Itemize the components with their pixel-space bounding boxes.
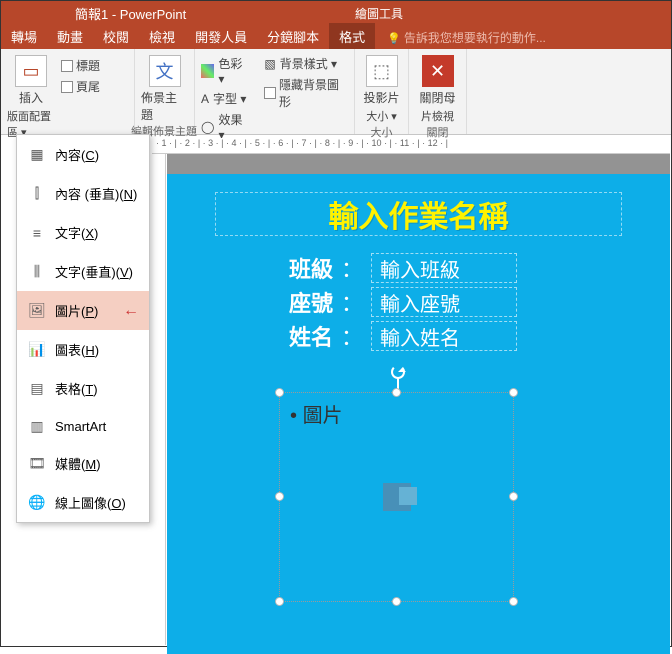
tab-format[interactable]: 格式: [329, 23, 375, 49]
placeholder-icon: ▭: [15, 55, 47, 87]
content-icon: ▦: [27, 147, 47, 163]
chart-icon: 📊: [27, 342, 47, 358]
title-bar: 簡報1 - PowerPoint 繪圖工具: [1, 1, 671, 25]
rotate-handle-icon[interactable]: [391, 365, 405, 379]
resize-handle-tr[interactable]: [509, 388, 518, 397]
table-icon: ▤: [27, 381, 47, 397]
class-placeholder[interactable]: 輸入班級: [371, 253, 517, 283]
menu-item-picture[interactable]: 🖼圖片(P)←: [17, 291, 149, 330]
menu-item-text[interactable]: ≡文字(X): [17, 213, 149, 252]
row-class: 班級： 輸入班級: [251, 252, 517, 284]
picture-placeholder-label: • 圖片: [290, 399, 343, 428]
content-v-icon: ⫿: [27, 186, 47, 202]
resize-handle-bl[interactable]: [275, 597, 284, 606]
tab-review[interactable]: 校閱: [93, 23, 139, 49]
text-v-icon: ⫼: [27, 264, 47, 280]
ribbon-tabs: 轉場 動畫 校閱 檢視 開發人員 分鏡腳本 格式 告訴我您想要執行的動作...: [1, 25, 671, 49]
bg-styles-button[interactable]: ▧背景樣式 ▾: [264, 55, 348, 72]
slide-canvas[interactable]: 輸入作業名稱 班級： 輸入班級 座號： 輸入座號 姓名： 輸入姓名 • 圖片: [167, 174, 670, 654]
checkbox-icon: [61, 60, 73, 72]
close-master-button[interactable]: ✕ 關閉母 片檢視: [415, 51, 460, 124]
slide-size-button[interactable]: ⬚ 投影片 大小 ▾: [361, 51, 402, 124]
tab-developer[interactable]: 開發人員: [185, 23, 257, 49]
size-icon: ⬚: [366, 55, 398, 87]
fonts-icon: A: [201, 92, 209, 106]
row-label: 姓名: [251, 320, 333, 352]
menu-item-smartart[interactable]: ▥SmartArt: [17, 408, 149, 444]
insert-placeholder-button[interactable]: ▭ 插入 版面配置區 ▾: [7, 51, 55, 140]
menu-item-content-vertical[interactable]: ⫿內容 (垂直)(N): [17, 174, 149, 213]
resize-handle-tl[interactable]: [275, 388, 284, 397]
contextual-tab-label: 繪圖工具: [355, 5, 403, 22]
row-number: 座號： 輸入座號: [251, 286, 517, 318]
ribbon: ▭ 插入 版面配置區 ▾ 標題 頁尾 文 佈景主題 編輯佈景主題 色彩 ▾ A字…: [1, 49, 671, 135]
picture-center-icon[interactable]: [383, 483, 411, 511]
fonts-button[interactable]: A字型 ▾: [201, 90, 250, 107]
effects-icon: ◯: [201, 120, 214, 134]
slide-stage: 輸入作業名稱 班級： 輸入班級 座號： 輸入座號 姓名： 輸入姓名 • 圖片: [167, 154, 670, 645]
footer-checkbox[interactable]: 頁尾: [61, 78, 100, 95]
media-icon: 🎞: [27, 456, 47, 472]
title-checkbox[interactable]: 標題: [61, 57, 100, 74]
resize-handle-b[interactable]: [392, 597, 401, 606]
colors-button[interactable]: 色彩 ▾: [201, 55, 250, 86]
title-placeholder[interactable]: 輸入作業名稱: [215, 192, 622, 236]
resize-handle-r[interactable]: [509, 492, 518, 501]
menu-item-chart[interactable]: 📊圖表(H): [17, 330, 149, 369]
resize-handle-l[interactable]: [275, 492, 284, 501]
tab-view[interactable]: 檢視: [139, 23, 185, 49]
colors-icon: [201, 64, 214, 78]
close-icon: ✕: [422, 55, 454, 87]
checkbox-icon: [61, 81, 73, 93]
menu-item-content[interactable]: ▦內容(C): [17, 135, 149, 174]
themes-button[interactable]: 文 佈景主題: [141, 51, 188, 123]
bgstyle-icon: ▧: [264, 57, 275, 71]
insert-label-1: 插入: [19, 89, 43, 106]
title-placeholder-text: 輸入作業名稱: [329, 192, 509, 236]
row-label: 班級: [251, 252, 333, 284]
arrow-left-icon: ←: [123, 302, 139, 320]
horizontal-ruler: · 1 · | · 2 · | · 3 · | · 4 · | · 5 · | …: [152, 138, 670, 154]
menu-item-media[interactable]: 🎞媒體(M): [17, 444, 149, 483]
name-placeholder[interactable]: 輸入姓名: [371, 321, 517, 351]
picture-placeholder[interactable]: • 圖片: [279, 392, 514, 602]
insert-placeholder-menu: ▦內容(C) ⫿內容 (垂直)(N) ≡文字(X) ⫼文字(垂直)(V) 🖼圖片…: [16, 134, 150, 523]
number-placeholder[interactable]: 輸入座號: [371, 287, 517, 317]
row-name: 姓名： 輸入姓名: [251, 320, 517, 352]
checkbox-icon: [264, 87, 276, 99]
text-icon: ≡: [27, 225, 47, 241]
menu-item-table[interactable]: ▤表格(T): [17, 369, 149, 408]
theme-icon: 文: [149, 55, 181, 87]
menu-item-text-vertical[interactable]: ⫼文字(垂直)(V): [17, 252, 149, 291]
resize-handle-t[interactable]: [392, 388, 401, 397]
online-image-icon: 🌐: [27, 495, 47, 511]
vertical-ruler: [152, 154, 166, 645]
row-label: 座號: [251, 286, 333, 318]
picture-icon: 🖼: [27, 303, 47, 319]
hide-bg-checkbox[interactable]: 隱藏背景圖形: [264, 76, 348, 110]
window-title: 簡報1 - PowerPoint: [75, 4, 186, 23]
smartart-icon: ▥: [27, 418, 47, 434]
tab-animations[interactable]: 動畫: [47, 23, 93, 49]
tab-storyboard[interactable]: 分鏡腳本: [257, 23, 329, 49]
menu-item-online-image[interactable]: 🌐線上圖像(O): [17, 483, 149, 522]
tell-me-box[interactable]: 告訴我您想要執行的動作...: [375, 29, 671, 46]
resize-handle-br[interactable]: [509, 597, 518, 606]
tab-transitions[interactable]: 轉場: [1, 23, 47, 49]
